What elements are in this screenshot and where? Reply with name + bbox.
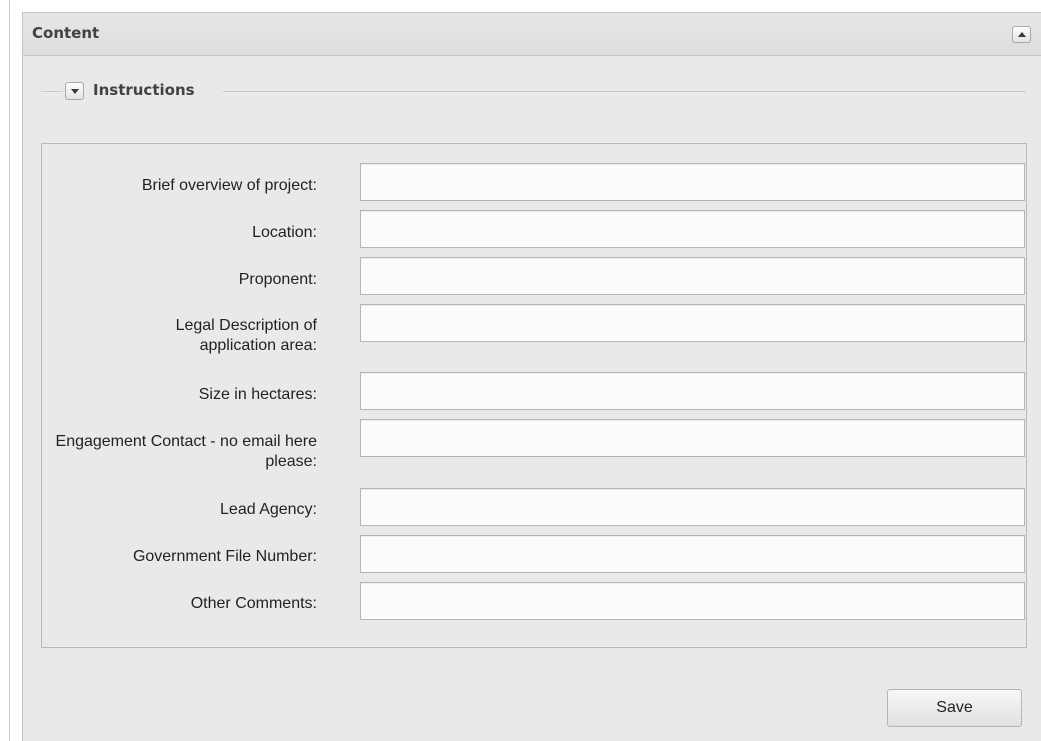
legend-line-right bbox=[223, 91, 1026, 92]
label-engagement-contact: Engagement Contact - no email here pleas… bbox=[55, 433, 317, 470]
left-divider bbox=[9, 0, 10, 741]
project-form: Brief overview of project: Location: Pro… bbox=[41, 143, 1027, 648]
brief-overview-input[interactable] bbox=[360, 163, 1025, 201]
save-button[interactable]: Save bbox=[887, 689, 1022, 727]
collapse-panel-button[interactable] bbox=[1012, 26, 1031, 43]
lead-agency-input[interactable] bbox=[360, 488, 1025, 526]
label-brief-overview: Brief overview of project: bbox=[141, 177, 317, 194]
label-legal-description: Legal Description of application area: bbox=[175, 317, 317, 354]
content-panel: Content Instructions Brief overview of p… bbox=[22, 12, 1041, 741]
chevron-down-icon bbox=[71, 89, 79, 94]
other-comments-input[interactable] bbox=[360, 582, 1025, 620]
panel-header: Content bbox=[23, 13, 1041, 56]
government-file-number-input[interactable] bbox=[360, 535, 1025, 573]
chevron-up-icon bbox=[1018, 32, 1026, 37]
instructions-toggle-button[interactable] bbox=[65, 82, 84, 100]
engagement-contact-input[interactable] bbox=[360, 419, 1025, 457]
location-input[interactable] bbox=[360, 210, 1025, 248]
label-location: Location: bbox=[252, 224, 317, 241]
size-hectares-input[interactable] bbox=[360, 372, 1025, 410]
panel-title: Content bbox=[32, 24, 100, 42]
label-proponent: Proponent: bbox=[238, 271, 317, 288]
legend-line-left bbox=[41, 91, 63, 92]
label-size-hectares: Size in hectares: bbox=[198, 386, 317, 403]
legal-description-input[interactable] bbox=[360, 304, 1025, 342]
proponent-input[interactable] bbox=[360, 257, 1025, 295]
instructions-legend: Instructions bbox=[93, 81, 199, 99]
label-other-comments: Other Comments: bbox=[190, 595, 317, 612]
label-lead-agency: Lead Agency: bbox=[220, 501, 317, 518]
label-government-file-number: Government File Number: bbox=[132, 548, 317, 565]
